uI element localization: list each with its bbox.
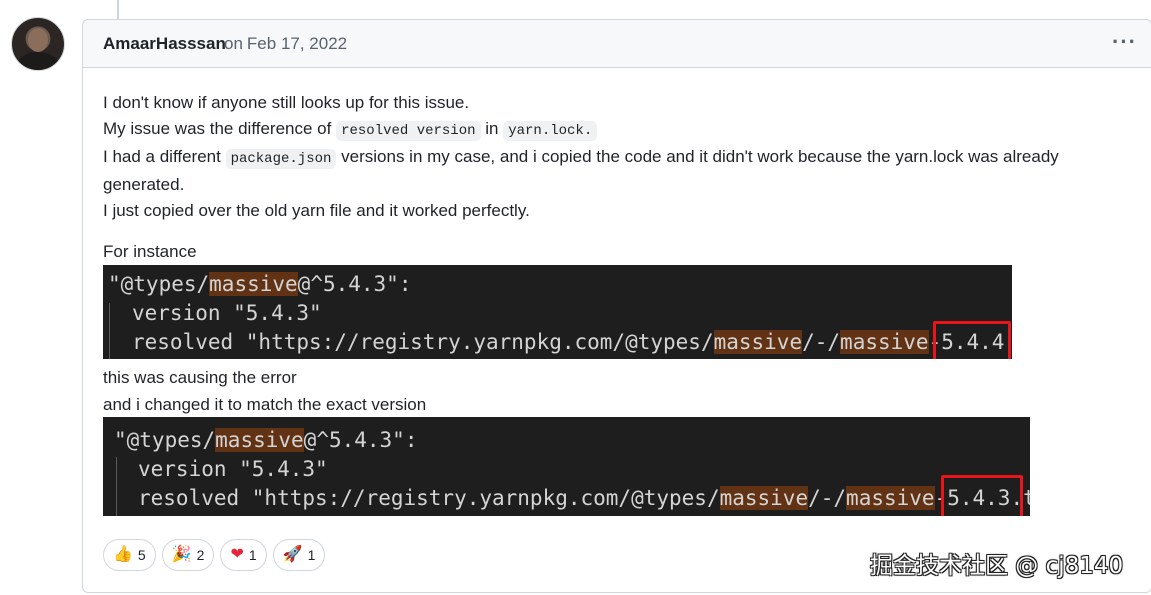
heart-icon: ❤ [230,546,244,563]
inline-code: yarn.lock. [503,121,598,141]
red-highlight-box [941,475,1023,516]
thumbs-up-icon: 👍 [113,546,133,563]
rocket-icon: 🚀 [282,546,303,563]
avatar-body [18,52,58,70]
code-line: resolved "https://registry.yarnpkg.com/@… [132,330,1004,354]
reaction-rocket[interactable]: 🚀 1 [272,539,326,571]
body-text-span: I had a different [103,147,221,166]
code-line: version "5.4.3" [138,457,328,481]
code-screenshot-2: "@types/massive@^5.4.3": version "5.4.3"… [103,417,1030,516]
code-span: resolved "https://registry.yarnpkg.com/@… [132,330,714,354]
fix-caption: and i changed it to match the exact vers… [103,395,427,414]
code-line: version "5.4.3" [132,301,322,325]
code-span: resolved "https://registry.yarnpkg.com/@… [138,486,720,510]
kebab-horizontal-icon[interactable]: ··· [1112,29,1137,55]
meta-on: on [224,34,243,53]
comment-header: AmaarHasssan on Feb 17, 2022 ··· [83,20,1151,68]
code-highlight: massive [713,330,803,354]
code-line: "@types/massive@^5.4.3": [114,428,417,452]
reaction-count: 1 [307,547,316,563]
error-caption: this was causing the error [103,368,297,387]
code-highlight: massive [215,428,304,452]
code-highlight: massive [209,272,298,296]
code-span: @^5.4.3": [297,272,412,296]
code-span: /-/ [802,330,841,354]
code-span: @^5.4.3": [303,428,418,452]
code-highlight: massive [846,486,935,510]
reaction-thumbs-up[interactable]: 👍 5 [103,539,156,571]
comment-meta: on Feb 17, 2022 [224,34,347,54]
for-instance-label: For instance [103,242,197,261]
code-highlight: massive [840,330,929,354]
code-highlight: massive [719,486,809,510]
reaction-count: 5 [137,547,146,563]
code-span: /-/ [808,486,847,510]
comment-date-link[interactable]: Feb 17, 2022 [247,34,347,53]
code-screenshot-1: "@types/massive@^5.4.3": version "5.4.3"… [103,265,1012,359]
tada-icon: 🎉 [171,546,192,563]
body-text-span: in [485,119,499,138]
indent-guide [116,457,117,516]
reaction-heart[interactable]: ❤ 1 [220,539,267,571]
code-line: resolved "https://registry.yarnpkg.com/@… [138,486,1030,510]
reaction-tada[interactable]: 🎉 2 [161,539,215,571]
indent-guide [109,303,110,359]
code-span: "@types/ [114,428,216,452]
reactions-bar: 👍 5 🎉 2 ❤ 1 🚀 1 [103,539,326,571]
body-line: My issue was the difference of resolved … [103,116,1103,144]
author-avatar[interactable] [11,17,65,71]
avatar-face [28,28,48,52]
body-line: I don't know if anyone still looks up fo… [103,93,470,112]
comment-box: AmaarHasssan on Feb 17, 2022 ··· I don't … [82,19,1151,593]
inline-code: package.json [225,149,337,169]
code-span: "@types/ [108,272,210,296]
body-line: I just copied over the old yarn file and… [103,201,530,220]
body-text-span: My issue was the difference of [103,119,332,138]
body-line: I had a different package.json versions … [103,144,1103,198]
comment-body: I don't know if anyone still looks up fo… [103,90,1103,224]
code-line: "@types/massive@^5.4.3": [108,272,411,296]
inline-code: resolved version [336,121,481,141]
reaction-count: 2 [196,547,205,563]
author-link[interactable]: AmaarHasssan [103,34,226,54]
timeline-line [117,0,119,20]
watermark-text: 掘金技术社区 @ cj8140 [870,553,1124,579]
reaction-count: 1 [248,547,257,563]
red-highlight-box [933,321,1011,359]
